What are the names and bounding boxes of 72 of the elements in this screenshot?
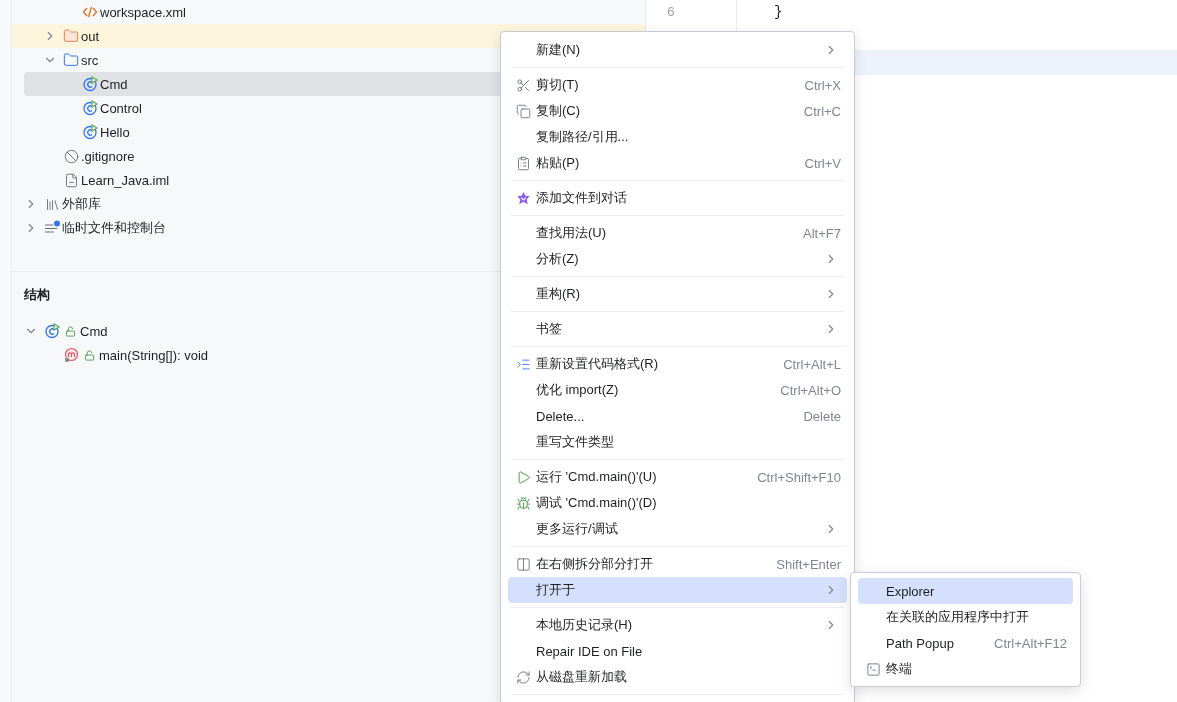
file-icon (63, 172, 79, 188)
shortcut-label: Ctrl+Alt+O (780, 382, 841, 398)
tree-item-label: .gitignore (81, 148, 135, 164)
menu-item[interactable]: 优化 import(Z) Ctrl+Alt+O (508, 377, 847, 403)
tree-item-label: workspace.xml (100, 4, 186, 20)
menu-item[interactable]: Repair IDE on File (508, 638, 847, 664)
class-icon (82, 124, 98, 140)
bug-icon (515, 495, 531, 511)
menu-item[interactable]: 打开于 (508, 577, 847, 603)
folder-icon (63, 52, 79, 68)
class-icon (82, 100, 98, 116)
menu-item[interactable]: Delete... Delete (508, 403, 847, 429)
menu-item[interactable]: 查找用法(U) Alt+F7 (508, 220, 847, 246)
copy-icon (515, 103, 531, 119)
scratch-list-icon (44, 220, 60, 236)
menu-item[interactable]: Explorer (858, 578, 1073, 604)
tree-item-label: 外部库 (62, 195, 101, 213)
shortcut-label: Ctrl+Alt+L (783, 356, 841, 372)
reload-icon (515, 669, 531, 685)
menu-item[interactable]: 添加文件到对话 (508, 185, 847, 211)
menu-item[interactable]: 复制(C) Ctrl+C (508, 98, 847, 124)
tree-item-label: main(String[]): void (99, 347, 209, 363)
play-icon (515, 469, 531, 485)
menu-item[interactable]: 本地历史记录(H) (508, 612, 847, 638)
menu-item[interactable]: 在右侧拆分部分打开 Shift+Enter (508, 551, 847, 577)
tree-item-label: Cmd (80, 323, 108, 339)
terminal-icon (865, 661, 881, 677)
class-icon (82, 76, 98, 92)
menu-item[interactable]: 更多运行/调试 (508, 516, 847, 542)
menu-item[interactable]: Path Popup Ctrl+Alt+F12 (858, 630, 1073, 656)
library-icon (44, 196, 60, 212)
tree-item-label: Hello (100, 124, 130, 140)
method-icon (63, 347, 79, 363)
tree-item-label: out (81, 28, 100, 44)
shortcut-label: Ctrl+X (804, 77, 841, 93)
menu-item[interactable]: 粘贴(P) Ctrl+V (508, 150, 847, 176)
code-text: } (774, 4, 783, 20)
shortcut-label: Delete (803, 408, 841, 424)
class-icon (44, 323, 60, 339)
indent-icon (515, 356, 531, 372)
menu-item[interactable]: 复制路径/引用... (508, 124, 847, 150)
folder-icon (63, 28, 79, 44)
scissors-icon (515, 77, 531, 93)
shortcut-label: Ctrl+Shift+F10 (757, 469, 841, 485)
split-view-icon (515, 556, 531, 572)
shortcut-label: Alt+F7 (803, 225, 841, 241)
menu-item[interactable]: 重新设置代码格式(R) Ctrl+Alt+L (508, 351, 847, 377)
panel-title: 结构 (24, 286, 50, 304)
tree-item-label: Control (100, 100, 142, 116)
tree-item-label: Cmd (100, 76, 128, 92)
tree-row[interactable]: workspace.xml (12, 0, 645, 24)
ignore-icon (63, 148, 79, 164)
clipboard-icon (515, 155, 531, 171)
menu-item[interactable]: 运行 'Cmd.main()'(U) Ctrl+Shift+F10 (508, 464, 847, 490)
tree-item-label: Learn_Java.iml (81, 172, 170, 188)
shortcut-label: Ctrl+C (803, 103, 841, 119)
tree-item-label: src (81, 52, 99, 68)
code-tag-icon (82, 4, 98, 20)
menu-item[interactable]: 重写文件类型 (508, 429, 847, 455)
ai-star-icon (515, 190, 531, 206)
menu-item[interactable]: 重构(R) (508, 281, 847, 307)
shortcut-label: Ctrl+V (804, 155, 841, 171)
menu-item[interactable]: 分析(Z) (508, 246, 847, 272)
menu-item[interactable]: 从磁盘重新加载 (508, 664, 847, 690)
tree-item-label: 临时文件和控制台 (62, 219, 166, 237)
shortcut-label: Ctrl+Alt+F12 (994, 635, 1067, 651)
menu-item[interactable]: 书签 (508, 316, 847, 342)
shortcut-label: Shift+Enter (776, 556, 841, 572)
menu-item[interactable]: 调试 'Cmd.main()'(D) (508, 490, 847, 516)
menu-item[interactable]: 在关联的应用程序中打开 (858, 604, 1073, 630)
line-number: 6 (667, 5, 675, 20)
menu-item[interactable]: 终端 (858, 656, 1073, 682)
